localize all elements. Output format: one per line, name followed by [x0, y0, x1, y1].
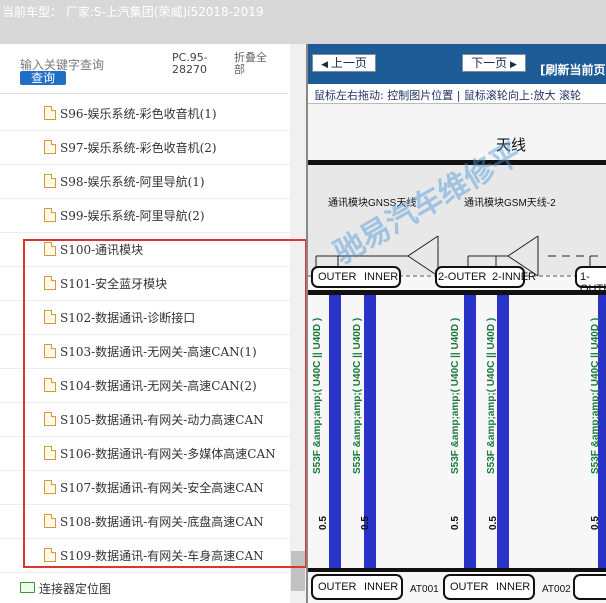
- tree-item[interactable]: S99-娱乐系统-阿里导航(2): [0, 199, 290, 233]
- folder-icon: [20, 582, 35, 593]
- wire-size-label: 0.5: [450, 516, 461, 530]
- wire-size-label: 0.5: [360, 516, 371, 530]
- tree-item[interactable]: S96-娱乐系统-彩色收音机(1): [0, 97, 290, 131]
- connector-id-label: AT001: [410, 584, 439, 595]
- connector-pin-label: OUTER: [450, 581, 489, 593]
- next-page-label: 下一页: [471, 56, 508, 70]
- tree-item-label: S99-娱乐系统-阿里导航(2): [60, 209, 205, 223]
- bus-bar: [308, 568, 606, 572]
- wire-code-label: S53F &amp;amp;( U40C || U40D ): [450, 317, 461, 474]
- diagram-viewer: ◀ 上一页 下一页 ▶ [刷新当前页 鼠标左右拖动: 控制图片位置 | 鼠标滚轮…: [308, 44, 606, 603]
- tree-item-label: S97-娱乐系统-彩色收音机(2): [60, 141, 217, 155]
- title-bar: 当前车型： 厂家:S-上汽集团(荣威)i52018-2019: [0, 0, 606, 44]
- bottom-connector: [573, 574, 606, 600]
- connector-pin-label: OUTER: [318, 581, 357, 593]
- arrow-right-icon: ▶: [507, 60, 517, 70]
- wire-code-label: S53F &amp;amp;( U40C || U40D ): [590, 317, 601, 474]
- catalog-panel: 输入关键字查询 查询 PC.95-28270 折叠全部 S96-娱乐系统-彩色收…: [0, 44, 306, 603]
- car-model-label: 当前车型： 厂家:S-上汽集团(荣威)i52018-2019: [2, 5, 264, 19]
- hint-text: 鼠标左右拖动: 控制图片位置 | 鼠标滚轮向上:放大 滚轮: [314, 89, 582, 102]
- wire: [464, 295, 476, 568]
- document-icon: [44, 106, 56, 120]
- connector-id-label: AT002: [542, 584, 571, 595]
- prev-page-label: 上一页: [330, 56, 367, 70]
- connector-pin-label: INNER: [364, 271, 399, 283]
- tree-item[interactable]: S97-娱乐系统-彩色收音机(2): [0, 131, 290, 165]
- highlight-box: [23, 239, 306, 568]
- tree-item[interactable]: S98-娱乐系统-阿里导航(1): [0, 165, 290, 199]
- wire-size-label: 0.5: [318, 516, 329, 530]
- antenna-area: [308, 104, 606, 164]
- document-icon: [44, 174, 56, 188]
- bus-bar: [308, 290, 606, 295]
- connector-pin-label: INNER: [496, 581, 531, 593]
- tree-item-label: S96-娱乐系统-彩色收音机(1): [60, 107, 217, 121]
- gsm-antenna-label: 通讯模块GSM天线-2: [464, 198, 556, 209]
- wiring-diagram[interactable]: 天线 通讯模块GNSS天线 通讯模块GSM天线-2 OUTER INNER 2-…: [308, 104, 606, 603]
- arrow-left-icon: ◀: [321, 60, 331, 70]
- connector-pin-label: OUTER: [318, 271, 357, 283]
- connector-pin-label: 2-INNER: [492, 271, 537, 283]
- viewer-toolbar: ◀ 上一页 下一页 ▶ [刷新当前页: [308, 44, 606, 84]
- connector-location-label: 连接器定位图: [39, 582, 112, 596]
- collapse-all-button[interactable]: 折叠全部: [234, 52, 274, 76]
- connector-pin-label: 1-OUTER: [580, 271, 606, 295]
- refresh-page-link[interactable]: [刷新当前页: [540, 61, 606, 78]
- wire-size-label: 0.5: [590, 516, 601, 530]
- wire-code-label: S53F &amp;amp;( U40C || U40D ): [312, 317, 323, 474]
- document-icon: [44, 140, 56, 154]
- connector-pin-label: 2-OUTER: [438, 271, 487, 283]
- wire-code-label: S53F &amp;amp;( U40C || U40D ): [486, 317, 497, 474]
- connector-pin-label: INNER: [364, 581, 399, 593]
- hint-bar: 鼠标左右拖动: 控制图片位置 | 鼠标滚轮向上:放大 滚轮: [308, 84, 606, 104]
- tree-item-label: S98-娱乐系统-阿里导航(1): [60, 175, 205, 189]
- document-icon: [44, 208, 56, 222]
- connector-location-folder[interactable]: 连接器定位图: [0, 576, 290, 602]
- search-button[interactable]: 查询: [20, 71, 66, 85]
- wire-code-label: S53F &amp;amp;( U40C || U40D ): [352, 317, 363, 474]
- wire-size-label: 0.5: [488, 516, 499, 530]
- next-page-button[interactable]: 下一页 ▶: [462, 54, 526, 72]
- wire: [329, 295, 341, 568]
- search-area: 输入关键字查询 查询 PC.95-28270 折叠全部: [0, 44, 288, 94]
- pc-code-label: PC.95-28270: [172, 51, 208, 76]
- prev-page-button[interactable]: ◀ 上一页: [312, 54, 376, 72]
